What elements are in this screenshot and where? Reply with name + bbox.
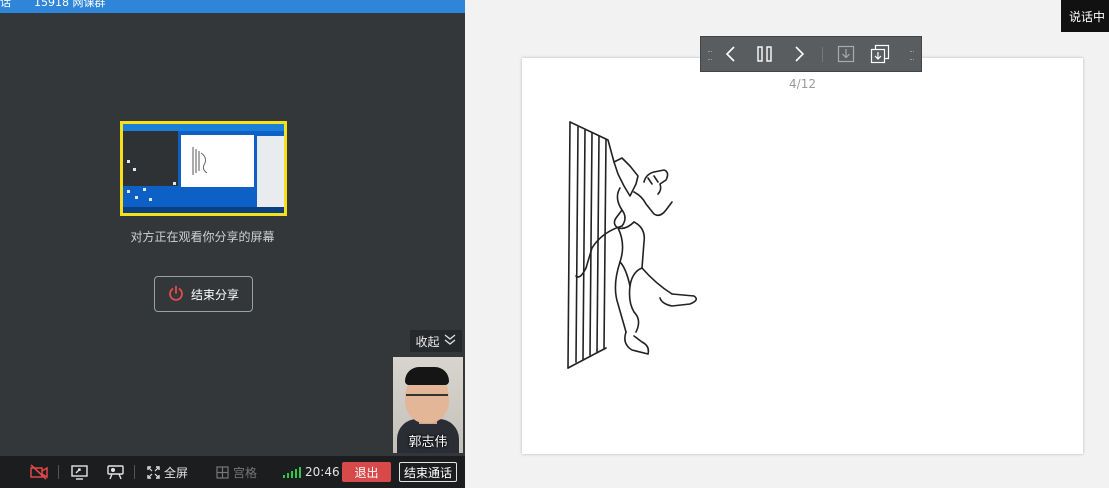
speaking-indicator: 说话中 [1061, 0, 1109, 32]
stop-share-label: 结束分享 [190, 287, 239, 302]
cartoon-illustration [567, 121, 698, 369]
grid-icon [216, 465, 229, 479]
pause-icon[interactable] [753, 37, 777, 71]
double-chevron-down-icon [443, 333, 457, 350]
fullscreen-icon [147, 465, 160, 479]
projector-icon[interactable] [107, 456, 124, 488]
fullscreen-button[interactable]: 全屏 [147, 456, 188, 488]
grid-button[interactable]: 宫格 [216, 456, 257, 488]
call-title-fragment: 话 [0, 0, 11, 9]
collapse-label: 收起 [415, 334, 440, 349]
download-all-icon[interactable] [868, 37, 892, 71]
end-call-button[interactable]: 结束通话 [399, 462, 457, 482]
stop-share-button[interactable]: 结束分享 [154, 276, 253, 312]
document-page: 4/12 [522, 58, 1083, 454]
shared-screen-preview [120, 121, 287, 216]
chevron-left-icon[interactable] [719, 37, 741, 71]
call-panel: 话 15918 网课群 对方正在观看你分享的屏幕 结束分享 收起 郭志伟 全屏 … [0, 0, 465, 488]
signal-icon [283, 466, 301, 478]
call-title: 15918 网课群 [34, 0, 106, 9]
fullscreen-label: 全屏 [164, 465, 189, 480]
share-status-text: 对方正在观看你分享的屏幕 [130, 230, 275, 244]
camera-off-icon[interactable] [30, 456, 48, 488]
participant-name: 郭志伟 [408, 435, 448, 450]
participant-video-tile[interactable]: 郭志伟 [393, 357, 463, 453]
download-icon[interactable] [835, 37, 857, 71]
exit-button[interactable]: 退出 [342, 462, 391, 482]
grid-label: 宫格 [233, 465, 258, 480]
page-indicator: 4/12 [789, 77, 816, 91]
collapse-button[interactable]: 收起 [410, 330, 462, 352]
screen-share-icon[interactable] [71, 456, 88, 488]
call-control-bar: 全屏 宫格 20:46 退出 结束通话 [0, 456, 465, 488]
chevron-right-icon[interactable] [789, 37, 811, 71]
document-toolbar [700, 36, 922, 72]
power-icon [168, 285, 184, 304]
call-timer: 20:46 [305, 465, 340, 479]
call-title-bar: 话 15918 网课群 [0, 0, 465, 13]
